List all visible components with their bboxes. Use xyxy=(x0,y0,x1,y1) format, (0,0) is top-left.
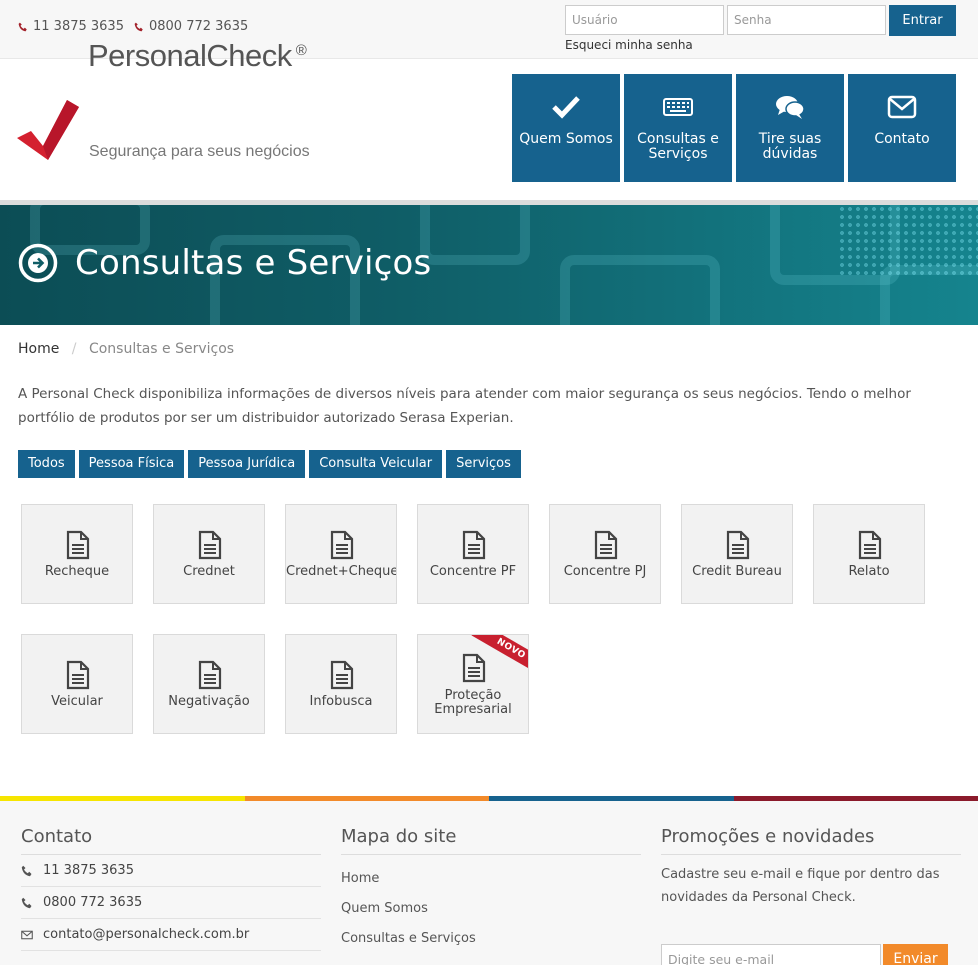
product-tile[interactable]: Negativação xyxy=(153,634,265,734)
document-icon xyxy=(198,660,222,690)
footer-contact-row[interactable]: contato@personalcheck.com.br xyxy=(21,919,321,951)
footer-contact-row: 0800 772 3635 xyxy=(21,887,321,919)
product-label: Recheque xyxy=(44,564,110,579)
product-tile[interactable]: Credit Bureau xyxy=(681,504,793,604)
nav-consultas-servicos[interactable]: Consultas e Serviços xyxy=(624,74,732,182)
logo-name-bold: Check xyxy=(206,38,292,73)
category-filters: Todos Pessoa Física Pessoa Jurídica Cons… xyxy=(18,450,521,478)
product-label: Crednet+Cheque xyxy=(286,564,397,579)
nav-tire-duvidas[interactable]: Tire suas dúvidas xyxy=(736,74,844,182)
envelope-icon xyxy=(21,930,33,939)
product-label: Infobusca xyxy=(309,694,373,709)
nav-label: Consultas e Serviços xyxy=(637,131,719,162)
circle-arrow-right-icon xyxy=(18,243,58,283)
top-phone-text: 0800 772 3635 xyxy=(148,19,249,34)
logo-name-light: Personal xyxy=(88,38,207,73)
footer-contact-text: 11 3875 3635 xyxy=(43,863,134,878)
sitemap-link[interactable]: Consultas e Serviços xyxy=(341,924,641,954)
logo-wordmark[interactable]: PersonalCheck ® xyxy=(88,38,307,74)
keyboard-icon xyxy=(663,98,693,116)
product-tile[interactable]: NOVO Proteção Empresarial xyxy=(417,634,529,734)
footer-sitemap-title: Mapa do site xyxy=(341,826,641,855)
top-phone-1: 11 3875 3635 xyxy=(18,19,124,34)
phone-icon xyxy=(21,865,32,876)
check-icon xyxy=(552,96,580,119)
top-phone-2: 0800 772 3635 xyxy=(134,19,248,34)
filter-consulta-veicular[interactable]: Consulta Veicular xyxy=(309,450,443,478)
footer-contact: Contato 11 3875 3635 0800 772 3635 conta… xyxy=(21,826,321,951)
footer-contact-title: Contato xyxy=(21,826,321,855)
nav-quem-somos[interactable]: Quem Somos xyxy=(512,74,620,182)
login-button[interactable]: Entrar xyxy=(889,5,956,36)
product-label: Concentre PJ xyxy=(563,564,647,579)
filter-todos[interactable]: Todos xyxy=(18,450,75,478)
footer-sitemap: Mapa do site Home Quem Somos Consultas e… xyxy=(341,826,641,954)
document-icon xyxy=(330,660,354,690)
product-label: Negativação xyxy=(168,694,250,709)
footer-promo: Promoções e novidades Cadastre seu e-mai… xyxy=(661,826,961,965)
forgot-password-link[interactable]: Esqueci minha senha xyxy=(565,38,693,52)
filter-pessoa-fisica[interactable]: Pessoa Física xyxy=(78,450,185,478)
document-icon xyxy=(66,530,90,560)
sitemap-link[interactable]: Quem Somos xyxy=(341,894,641,924)
breadcrumb-separator: / xyxy=(71,341,77,357)
document-icon xyxy=(66,660,90,690)
document-icon xyxy=(198,530,222,560)
footer: Contato 11 3875 3635 0800 772 3635 conta… xyxy=(0,801,978,965)
username-input[interactable] xyxy=(565,5,724,35)
envelope-icon xyxy=(887,95,917,119)
product-label: Crednet xyxy=(183,564,235,579)
document-icon xyxy=(462,653,486,683)
breadcrumb-current: Consultas e Serviços xyxy=(88,341,235,357)
phone-icon xyxy=(134,22,143,31)
logo-check-mark xyxy=(17,100,79,160)
product-label: Concentre PF xyxy=(429,564,517,579)
document-icon xyxy=(858,530,882,560)
product-tile[interactable]: Infobusca xyxy=(285,634,397,734)
nav-label: Tire suas dúvidas xyxy=(758,131,822,162)
sitemap-link[interactable]: Home xyxy=(341,864,641,894)
product-tile[interactable]: Concentre PF xyxy=(417,504,529,604)
document-icon xyxy=(462,530,486,560)
footer-promo-text: Cadastre seu e-mail e fique por dentro d… xyxy=(661,867,940,905)
breadcrumb: Home / Consultas e Serviços xyxy=(18,341,234,357)
nav-label: Contato xyxy=(874,131,930,147)
logo-registered-mark: ® xyxy=(295,41,307,59)
logo-tagline: Segurança para seus negócios xyxy=(89,143,310,160)
newsletter-send-button[interactable]: Enviar xyxy=(883,944,948,965)
nav-label: Quem Somos xyxy=(519,131,613,147)
product-tile[interactable]: Recheque xyxy=(21,504,133,604)
product-tile[interactable]: Crednet+Cheque xyxy=(285,504,397,604)
product-tile[interactable]: Veicular xyxy=(21,634,133,734)
product-label: Relato xyxy=(848,564,890,579)
footer-contact-row: 11 3875 3635 xyxy=(21,855,321,887)
product-tile[interactable]: Relato xyxy=(813,504,925,604)
filter-servicos[interactable]: Serviços xyxy=(446,450,521,478)
product-tile[interactable]: Crednet xyxy=(153,504,265,604)
product-label: Proteção Empresarial xyxy=(434,688,512,717)
document-icon xyxy=(726,530,750,560)
document-icon xyxy=(330,530,354,560)
page-title: Consultas e Serviços xyxy=(75,243,432,283)
top-phones: 11 3875 3635 0800 772 3635 xyxy=(18,19,248,34)
product-label: Credit Bureau xyxy=(692,564,782,579)
footer-contact-text: 0800 772 3635 xyxy=(43,895,143,910)
phone-icon xyxy=(18,22,27,31)
nav-contato[interactable]: Contato xyxy=(848,74,956,182)
password-input[interactable] xyxy=(727,5,886,35)
footer-promo-title: Promoções e novidades xyxy=(661,826,961,855)
product-label: Veicular xyxy=(51,694,103,709)
document-icon xyxy=(594,530,618,560)
filter-pessoa-juridica[interactable]: Pessoa Jurídica xyxy=(188,450,306,478)
product-tile[interactable]: Concentre PJ xyxy=(549,504,661,604)
footer-contact-text: contato@personalcheck.com.br xyxy=(43,927,250,942)
phone-icon xyxy=(21,897,32,908)
newsletter-email-input[interactable] xyxy=(661,944,881,965)
breadcrumb-home[interactable]: Home xyxy=(18,341,59,357)
page-banner: Consultas e Serviços xyxy=(0,205,978,325)
intro-text: A Personal Check disponibiliza informaçõ… xyxy=(18,386,911,426)
top-phone-text: 11 3875 3635 xyxy=(33,19,124,34)
chat-bubbles-icon xyxy=(776,96,805,119)
